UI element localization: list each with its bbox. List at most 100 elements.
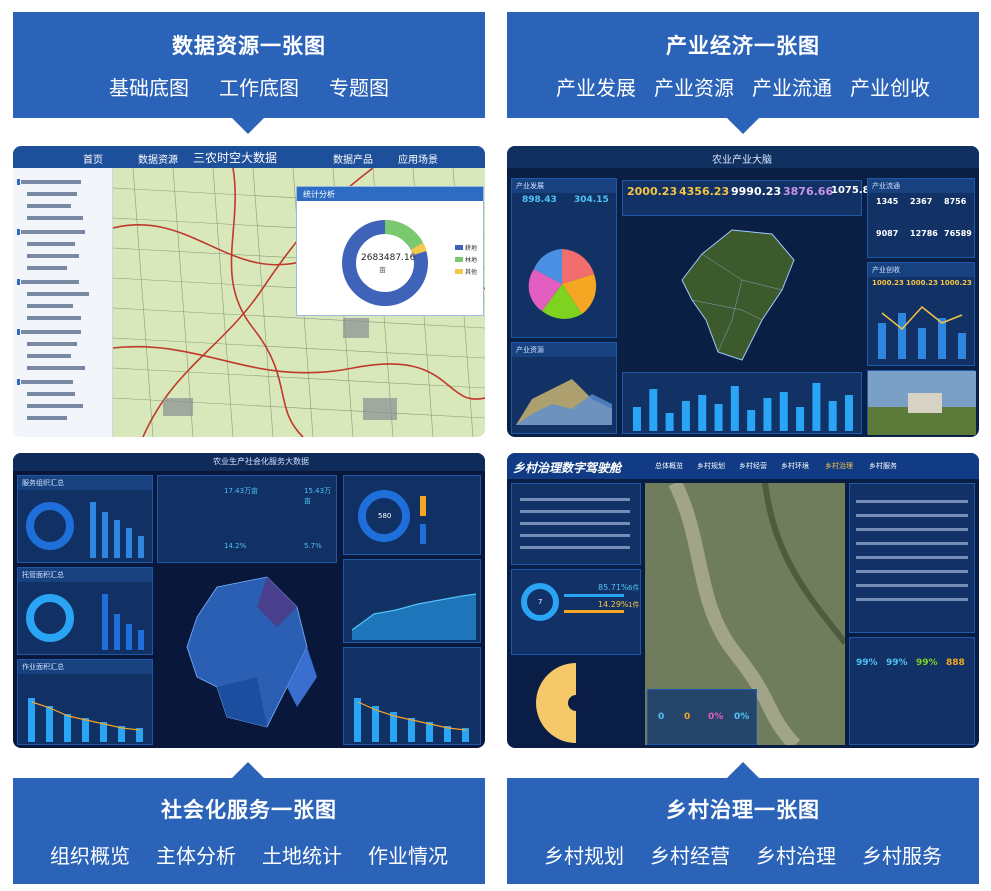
header-sub[interactable]: 产业创收 [850, 72, 930, 101]
tab-item[interactable]: 乡村治理 [825, 461, 853, 471]
bar [796, 407, 805, 431]
screenshot-industry-dashboard: 农业产业大脑 2000.23 4356.23 9990.23 3876.66 1… [507, 146, 979, 437]
tab-item[interactable]: 总体概览 [655, 461, 683, 471]
combo-chart [878, 305, 966, 359]
nav-item[interactable]: 应用场景 [398, 151, 438, 166]
semicircle-chart [511, 659, 641, 745]
header-sub[interactable]: 工作底图 [219, 72, 299, 101]
header-sub[interactable]: 乡村经营 [650, 840, 730, 869]
table-lines [520, 498, 630, 549]
popup-title: 统计分析 [297, 187, 483, 201]
panel-title: 产业资源 [512, 343, 616, 357]
nav-item[interactable]: 首页 [83, 151, 103, 166]
bar [714, 404, 723, 431]
panel-title: 产业流通 [868, 179, 974, 193]
nav-item[interactable]: 数据资源 [138, 151, 178, 166]
app-topbar: 乡村治理数字驾驶舱 总体概览 乡村规划 乡村经营 乡村环境 乡村治理 乡村服务 [507, 453, 979, 479]
header-sub[interactable]: 组织概览 [50, 840, 130, 869]
header-sub[interactable]: 产业流通 [752, 72, 832, 101]
half-donut [536, 663, 584, 743]
kpi-value: 9087 [876, 229, 899, 238]
ring-and-bars [26, 594, 144, 650]
header-sub[interactable]: 专题图 [329, 72, 389, 101]
app-brand: 农业产业大脑 [712, 155, 772, 166]
tab-item[interactable]: 乡村规划 [697, 461, 725, 471]
header-sub[interactable]: 乡村规划 [544, 840, 624, 869]
kpi-value: 1000.23 [872, 279, 904, 287]
pct-stat: 99% [856, 658, 878, 668]
kpi-value: 2367 [910, 197, 933, 206]
nav-item[interactable]: 数据产品 [333, 151, 373, 166]
kpi-value: 1000.23 [906, 279, 938, 287]
kpi-value: 898.43 [522, 195, 557, 205]
bar [779, 392, 788, 431]
tab-item[interactable]: 乡村经营 [739, 461, 767, 471]
header-sub[interactable]: 乡村治理 [756, 840, 836, 869]
tab-item[interactable]: 乡村服务 [869, 461, 897, 471]
layer-tree-sidebar[interactable] [13, 168, 113, 437]
bar [698, 395, 707, 431]
app-brand: 乡村治理数字驾驶舱 [513, 461, 622, 475]
header-sub[interactable]: 产业资源 [654, 72, 734, 101]
panel-assessment: 99% 99% 99% 888 [849, 637, 975, 745]
header-title: 数据资源一张图 [172, 34, 326, 58]
header-sub[interactable]: 土地统计 [262, 840, 342, 869]
bar [649, 389, 658, 431]
county-map[interactable] [622, 220, 862, 368]
progress-pct: 14.29% [598, 600, 629, 609]
progress-count: 6件 [628, 584, 640, 592]
bar-line-chart [28, 698, 143, 742]
header-sub[interactable]: 基础底图 [109, 72, 189, 101]
bar [812, 383, 821, 431]
panel-ring-stats: 580 [343, 475, 481, 555]
panel-photo [867, 370, 976, 435]
header-sub[interactable]: 乡村服务 [862, 840, 942, 869]
stat-value: 14.2% [224, 542, 247, 550]
ring-and-bars [26, 502, 144, 558]
panel-industry-development: 产业发展 898.43 304.15 [511, 178, 617, 338]
center-value: 7 [538, 598, 543, 606]
pointer-arrow [727, 762, 759, 778]
progress-count: 1件 [628, 601, 640, 609]
kpi-value: 304.15 [574, 195, 609, 205]
app-topbar: 农业生产社会化服务大数据 [13, 453, 485, 471]
panel-stats-table: 17.43万亩 15.43万亩 14.2% 5.7% [157, 475, 337, 563]
kpi-value: 9990.23 [731, 185, 782, 198]
bar [828, 401, 837, 431]
stat-value: 17.43万亩 [224, 487, 259, 495]
panel-industry-income: 产业创收 1000.23 1000.23 1000.23 [867, 262, 975, 366]
pointer-arrow [727, 118, 759, 134]
header-industry: 产业经济一张图 产业发展 产业资源 产业流通 产业创收 [507, 12, 979, 118]
bar [763, 398, 772, 431]
bar [747, 410, 756, 431]
area-chart [351, 593, 477, 640]
pct-stat: 99% [916, 658, 938, 668]
donut-unit: 亩 [379, 266, 386, 274]
statistics-popup[interactable]: 统计分析 2683487.16 亩 耕地 林地 其他 [296, 186, 484, 316]
screenshot-social-service: 农业生产社会化服务大数据 服务组织汇总 托管面积汇总 作业面积汇总 17.43万… [13, 453, 485, 748]
screenshot-gis-map: 首页 数据资源 三农时空大数据 数据产品 应用场景 统计分析 2683487.1… [13, 146, 485, 437]
panel-title: 托管面积汇总 [18, 568, 152, 582]
region-map[interactable] [157, 567, 337, 745]
bar-chart [633, 383, 853, 431]
kpi-strip: 2000.23 4356.23 9990.23 3876.66 1075.88 [622, 180, 877, 216]
count-value: 0 [658, 712, 665, 722]
panel-area-trend [343, 559, 481, 643]
tab-item[interactable]: 乡村环境 [781, 461, 809, 471]
region-outline [186, 576, 317, 728]
header-sub[interactable]: 作业情况 [368, 840, 448, 869]
panel-event-overview: 7 85.71% 6件 14.29% 1件 [511, 569, 641, 655]
header-sub[interactable]: 产业发展 [556, 72, 636, 101]
screenshot-rural-governance: 乡村治理数字驾驶舱 总体概览 乡村规划 乡村经营 乡村环境 乡村治理 乡村服务 … [507, 453, 979, 748]
header-sub[interactable]: 主体分析 [156, 840, 236, 869]
legend-item: 林地 [465, 257, 478, 264]
county-outline [681, 229, 795, 361]
app-brand: 农业生产社会化服务大数据 [213, 457, 309, 466]
kpi-value: 3876.66 [783, 185, 834, 198]
kpi-value: 8756 [944, 197, 967, 206]
kpi-value: 1345 [876, 197, 899, 206]
panel-title: 作业面积汇总 [18, 660, 152, 674]
header-title: 社会化服务一张图 [161, 798, 337, 822]
panel-trend-bars [622, 372, 862, 434]
panel-industry-circulation: 产业流通 1345 2367 8756 9087 12786 76589 [867, 178, 975, 258]
